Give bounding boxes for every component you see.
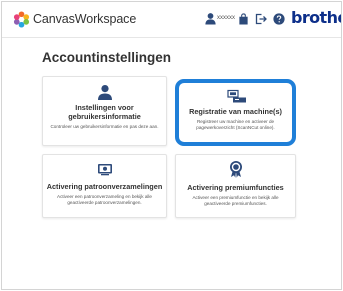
user-icon[interactable] [204, 12, 217, 25]
card-title: Activering premiumfuncties [187, 183, 284, 192]
pattern-collections-card[interactable]: Activering patroonverzamelingen Activeer… [42, 154, 167, 218]
top-bar: CanvasWorkspace xxxxxx brother [2, 2, 341, 38]
card-description: Activeer een premiumfunctie en bekijk al… [192, 195, 279, 207]
user-name[interactable]: xxxxxx [217, 15, 235, 21]
user-settings-card[interactable]: Instellingen voor gebruikersinformatie C… [42, 76, 167, 146]
card-description: Controleer uw gebruikersinformatie en pa… [50, 124, 159, 129]
app-title[interactable]: CanvasWorkspace [33, 12, 136, 26]
machine-registration-card[interactable]: Registratie van machine(s) Registreer uw… [175, 79, 296, 146]
user-icon [98, 85, 112, 100]
card-description: Registreer uw machine en activeer de pag… [196, 119, 275, 131]
pattern-collection-icon [98, 164, 112, 176]
card-title: Registratie van machine(s) [189, 107, 282, 116]
brother-logo[interactable]: brother [291, 8, 341, 27]
premium-features-card[interactable]: Activering premiumfuncties Activeer een … [175, 154, 296, 218]
card-title: Activering patroonverzamelingen [46, 182, 163, 191]
page-title: Accountinstellingen [42, 50, 172, 65]
canvasworkspace-logo-icon[interactable] [13, 11, 30, 28]
window: CanvasWorkspace xxxxxx brother Accountin… [1, 1, 342, 290]
help-icon[interactable] [273, 13, 285, 25]
premium-badge-icon [230, 161, 242, 178]
machine-icon [227, 89, 246, 103]
card-description: Activeer een patroonverzameling en bekij… [57, 194, 152, 206]
card-title: Instellingen voor gebruikersinformatie [68, 103, 141, 121]
shopping-bag-icon[interactable] [238, 13, 249, 25]
logout-icon[interactable] [255, 13, 267, 25]
